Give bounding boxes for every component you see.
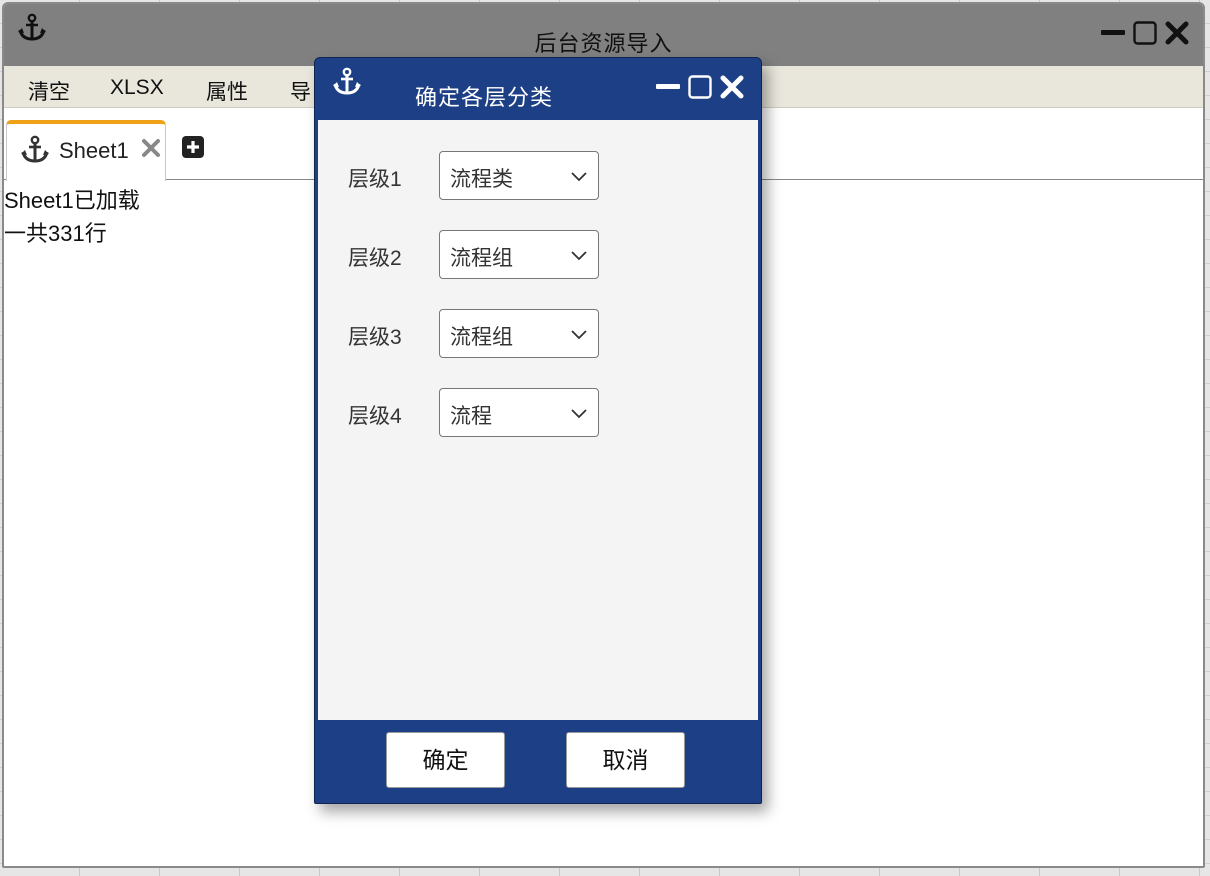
plus-square-icon[interactable] bbox=[182, 136, 204, 158]
chevron-down-icon bbox=[571, 172, 587, 182]
chevron-down-icon bbox=[571, 330, 587, 340]
level-2-select[interactable]: 流程组 bbox=[439, 230, 599, 279]
window-title: 后台资源导入 bbox=[534, 31, 673, 56]
tab-sheet1[interactable]: Sheet1 bbox=[6, 120, 166, 181]
level-row-3: 层级3 流程组 bbox=[318, 309, 758, 359]
maximize-icon[interactable] bbox=[1132, 20, 1158, 46]
select-value: 流程组 bbox=[450, 247, 513, 270]
select-value: 流程类 bbox=[450, 168, 513, 191]
minimize-icon[interactable] bbox=[655, 74, 681, 100]
close-icon[interactable] bbox=[1164, 20, 1190, 46]
dialog-footer: 确定 取消 bbox=[315, 720, 761, 804]
cancel-button[interactable]: 取消 bbox=[566, 732, 685, 788]
menu-item-clear[interactable]: 清空 bbox=[28, 76, 70, 106]
classification-dialog: 确定各层分类 层级1 流程类 层级2 流程组 层级3 流程组 层级4 流程 确定… bbox=[314, 57, 762, 804]
status-line-rowcount: 一共331行 bbox=[4, 221, 107, 246]
tab-label: Sheet1 bbox=[59, 138, 129, 163]
select-value: 流程 bbox=[450, 405, 492, 428]
menu-item-import[interactable]: 导 bbox=[290, 76, 311, 106]
minimize-icon[interactable] bbox=[1100, 20, 1126, 46]
maximize-icon[interactable] bbox=[687, 74, 713, 100]
close-icon[interactable] bbox=[141, 138, 161, 158]
menu-item-xlsx[interactable]: XLSX bbox=[110, 76, 164, 100]
close-icon[interactable] bbox=[719, 74, 745, 100]
level-label: 层级3 bbox=[348, 326, 402, 349]
select-value: 流程组 bbox=[450, 326, 513, 349]
menu-item-properties[interactable]: 属性 bbox=[206, 76, 248, 106]
chevron-down-icon bbox=[571, 409, 587, 419]
level-row-2: 层级2 流程组 bbox=[318, 230, 758, 280]
anchor-icon bbox=[333, 67, 361, 95]
level-row-4: 层级4 流程 bbox=[318, 388, 758, 438]
status-line-loaded: Sheet1已加载 bbox=[4, 188, 140, 213]
dialog-title: 确定各层分类 bbox=[415, 85, 554, 110]
level-label: 层级1 bbox=[348, 168, 402, 191]
level-1-select[interactable]: 流程类 bbox=[439, 151, 599, 200]
level-3-select[interactable]: 流程组 bbox=[439, 309, 599, 358]
chevron-down-icon bbox=[571, 251, 587, 261]
dialog-titlebar[interactable]: 确定各层分类 bbox=[315, 58, 761, 120]
level-label: 层级2 bbox=[348, 247, 402, 270]
anchor-icon bbox=[21, 135, 49, 163]
level-4-select[interactable]: 流程 bbox=[439, 388, 599, 437]
confirm-button[interactable]: 确定 bbox=[386, 732, 505, 788]
level-row-1: 层级1 流程类 bbox=[318, 151, 758, 201]
dialog-body: 层级1 流程类 层级2 流程组 层级3 流程组 层级4 流程 bbox=[318, 120, 758, 720]
level-label: 层级4 bbox=[348, 405, 402, 428]
